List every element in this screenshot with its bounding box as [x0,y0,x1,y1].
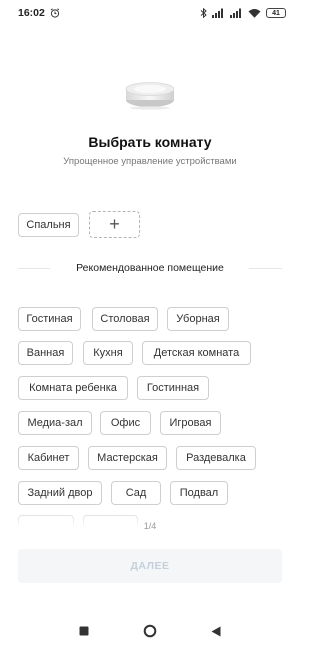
room-chip-dining-room[interactable]: Столовая [92,307,158,331]
page-indicator: 1/4 [143,521,157,531]
back-icon[interactable] [206,621,226,641]
status-right: 41 [200,8,286,18]
room-chip-media-room[interactable]: Медиа-зал [18,411,92,435]
room-chip-garden[interactable]: Сад [111,481,161,505]
room-chip-kitchen[interactable]: Кухня [83,341,133,365]
bluetooth-icon [200,8,207,18]
room-chip-game-room[interactable]: Игровая [160,411,221,435]
add-room-button[interactable]: + [89,211,140,238]
room-chip-office[interactable]: Офис [100,411,151,435]
home-icon[interactable] [140,621,160,641]
next-button[interactable]: ДАЛЕЕ [18,549,282,583]
page-subtitle: Упрощенное управление устройствами [63,156,237,167]
room-chip-kids-room[interactable]: Детская комната [142,341,251,365]
room-chip-bathroom[interactable]: Ванная [18,341,73,365]
room-chip-child-room[interactable]: Комната ребенка [18,376,128,400]
wifi-icon [248,8,261,18]
page-title: Выбрать комнату [88,134,212,150]
signal-icon-2 [230,8,243,18]
room-chip-study[interactable]: Кабинет [18,446,79,470]
room-chip-living-room[interactable]: Гостиная [18,307,81,331]
signal-icon [212,8,225,18]
room-chip-backyard[interactable]: Задний двор [18,481,102,505]
status-left: 16:02 [18,7,60,19]
room-chip-guest-room[interactable]: Гостинная [137,376,209,400]
recent-apps-icon[interactable] [74,621,94,641]
my-room-chip-bedroom[interactable]: Спальня [18,213,79,237]
divider-right [249,268,282,269]
ceiling-lamp-icon [124,80,176,110]
room-chip-restroom[interactable]: Уборная [167,307,229,331]
status-bar: 16:02 41 [0,0,300,26]
alarm-icon [50,8,60,18]
status-time: 16:02 [18,7,45,19]
battery-icon: 41 [266,8,286,18]
room-chip-workshop[interactable]: Мастерская [88,446,167,470]
room-chip-dressing-room[interactable]: Раздевалка [176,446,256,470]
navigation-bar [0,612,300,650]
room-chip-basement[interactable]: Подвал [170,481,228,505]
